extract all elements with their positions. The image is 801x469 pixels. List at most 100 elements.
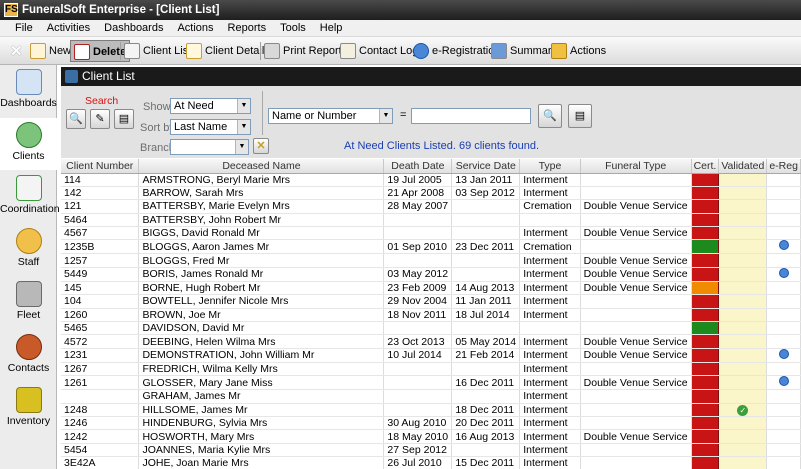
- globe-icon[interactable]: [778, 376, 789, 387]
- cell-type: Interment: [519, 389, 581, 404]
- key-icon: [15, 281, 42, 307]
- table-row[interactable]: 1231 DEMONSTRATION, John William Mr 10 Jul…: [61, 348, 801, 363]
- table-row[interactable]: 5464 BATTERSBY, John Robert Mr: [61, 213, 801, 228]
- table-row[interactable]: 1257 BLOGGS, Fred Mr Interment Double Venue…: [61, 253, 801, 268]
- column-header-service-date[interactable]: Service Date: [451, 159, 521, 174]
- e-registration-button[interactable]: e-Registration: [413, 40, 500, 62]
- table-row[interactable]: 114 ARMSTRONG, Beryl Marie Mrs 19 Jul 2005…: [61, 173, 801, 187]
- title-bar: FS FuneralSoft Enterprise - [Client List]: [0, 0, 801, 20]
- column-header-deceased-name[interactable]: Deceased Name: [138, 159, 385, 174]
- show-select[interactable]: At Need ▼: [170, 98, 251, 114]
- summary-button[interactable]: Summary: [491, 40, 557, 62]
- cell-funeral-type: Double Venue Service: [580, 281, 692, 296]
- globe-icon[interactable]: [778, 240, 789, 251]
- cell-validated: [718, 281, 768, 296]
- column-header-cert[interactable]: Cert.: [691, 159, 720, 174]
- table-row[interactable]: 1246 HINDENBURG, Sylvia Mrs 30 Aug 2010 20 …: [61, 416, 801, 431]
- menu-file[interactable]: File: [8, 20, 40, 37]
- globe-icon[interactable]: [778, 267, 789, 278]
- client-list-button[interactable]: Client List: [124, 40, 191, 62]
- clear-branch-button[interactable]: ✕: [253, 138, 269, 154]
- magnifier-search-button[interactable]: 🔍: [66, 109, 86, 129]
- column-header-funeral-type[interactable]: Funeral Type: [580, 159, 692, 174]
- cell-type: Interment: [519, 456, 581, 469]
- cell-validated: [718, 267, 768, 282]
- sidebar-item-clients[interactable]: Clients: [0, 118, 57, 170]
- table-row[interactable]: 3E42A JOHE, Joan Marie Mrs 26 Jul 2010 15 D…: [61, 456, 801, 469]
- table-row[interactable]: GRAHAM, James Mr Interment: [61, 389, 801, 404]
- table-row[interactable]: 5449 BORIS, James Ronald Mr 03 May 2012 Int…: [61, 267, 801, 282]
- menu-help[interactable]: Help: [313, 20, 350, 37]
- table-row[interactable]: 1248 HILLSOME, James Mr 18 Dec 2011 Interme…: [61, 403, 801, 417]
- sidebar-item-contacts[interactable]: Contacts: [0, 330, 57, 382]
- table-row[interactable]: 142 BARROW, Sarah Mrs 21 Apr 2008 03 Sep 20…: [61, 186, 801, 201]
- cell-client-number: 5449: [61, 267, 140, 282]
- close-icon[interactable]: ✕: [10, 41, 23, 63]
- advanced-search-button[interactable]: ✎: [90, 109, 110, 129]
- cell-e-reg: [766, 213, 801, 228]
- cell-funeral-type: Double Venue Service: [580, 199, 692, 214]
- contact-log-button[interactable]: Contact Log: [340, 40, 418, 62]
- menu-tools[interactable]: Tools: [273, 20, 313, 37]
- column-header-death-date[interactable]: Death Date: [383, 159, 453, 174]
- column-header-validated[interactable]: Validated: [718, 159, 768, 174]
- column-header-client-number[interactable]: Client Number: [61, 159, 140, 174]
- cell-service-date: [451, 321, 521, 336]
- table-row[interactable]: 4567 BIGGS, David Ronald Mr Interment Doubl…: [61, 226, 801, 241]
- delete-button[interactable]: Delete: [70, 40, 131, 62]
- table-row[interactable]: 121 BATTERSBY, Marie Evelyn Mrs 28 May 200…: [61, 199, 801, 214]
- table-row[interactable]: 4572 DEEBING, Helen Wilma Mrs 23 Oct 2013 0…: [61, 334, 801, 349]
- cell-type: [519, 213, 581, 228]
- menu-actions[interactable]: Actions: [170, 20, 220, 37]
- globe-icon[interactable]: [778, 348, 789, 359]
- menu-dashboards[interactable]: Dashboards: [97, 20, 170, 37]
- sidebar-item-inventory[interactable]: Inventory: [0, 383, 57, 435]
- sidebar-item-fleet[interactable]: Fleet: [0, 277, 57, 329]
- table-row[interactable]: 1267 FREDRICH, Wilma Kelly Mrs Interment: [61, 362, 801, 377]
- table-row[interactable]: 1261 GLOSSER, Mary Jane Miss 16 Dec 2011 In…: [61, 375, 801, 391]
- cell-type: Cremation: [519, 199, 581, 214]
- cell-service-date: 16 Dec 2011: [451, 375, 521, 391]
- table-row[interactable]: 145 BORNE, Hugh Robert Mr 23 Feb 2009 14 Au…: [61, 281, 801, 296]
- search-field-select[interactable]: Name or Number ▼: [268, 108, 393, 124]
- search-input[interactable]: [411, 108, 531, 124]
- table-row[interactable]: 1242 HOSWORTH, Mary Mrs 18 May 2010 16 Aug …: [61, 429, 801, 444]
- table-row[interactable]: 104 BOWTELL, Jennifer Nicole Mrs 29 Nov 20…: [61, 294, 801, 309]
- table-row[interactable]: 1260 BROWN, Joe Mr 18 Nov 2011 18 Jul 2014 I…: [61, 308, 801, 323]
- cell-type: Interment: [519, 308, 581, 323]
- sidebar-item-coordination[interactable]: Coordination: [0, 171, 60, 223]
- cell-validated: [718, 456, 768, 469]
- cell-e-reg: [766, 173, 801, 187]
- cell-validated: [718, 375, 768, 391]
- actions-button[interactable]: Actions: [551, 40, 606, 62]
- cell-cert-status: [691, 239, 720, 255]
- cell-type: Interment: [519, 429, 581, 444]
- saved-search-button[interactable]: ▤: [114, 109, 134, 129]
- search-heading: Search: [85, 95, 119, 107]
- cell-type: Interment: [519, 281, 581, 296]
- cell-validated: [718, 308, 768, 323]
- branch-select[interactable]: ▼: [170, 139, 249, 155]
- cell-client-number: 5465: [61, 321, 140, 336]
- client-details-button[interactable]: Client Details: [186, 40, 270, 62]
- cell-cert-status: [691, 253, 720, 268]
- menu-reports[interactable]: Reports: [221, 20, 274, 37]
- find-button[interactable]: 🔍: [538, 104, 562, 128]
- menu-activities[interactable]: Activities: [40, 20, 97, 37]
- cell-e-reg: [766, 186, 801, 201]
- sidebar-item-staff[interactable]: Staff: [0, 224, 57, 276]
- table-row[interactable]: 5454 JOANNES, Maria Kylie Mrs 27 Sep 2012 I…: [61, 443, 801, 458]
- cell-death-date: [383, 321, 453, 336]
- status-message: At Need Clients Listed. 69 clients found…: [344, 140, 540, 152]
- column-header-type[interactable]: Type: [519, 159, 581, 174]
- print-reports-button[interactable]: Print Reports: [264, 40, 347, 62]
- table-row[interactable]: 5465 DAVIDSON, David Mr: [61, 321, 801, 336]
- cell-deceased-name: BARROW, Sarah Mrs: [138, 186, 385, 201]
- new-button[interactable]: New: [30, 40, 71, 62]
- column-header-e-reg[interactable]: e-Reg: [766, 159, 801, 174]
- cell-service-date: [451, 226, 521, 241]
- table-row[interactable]: 1235B BLOGGS, Aaron James Mr 01 Sep 2010 23…: [61, 239, 801, 255]
- sort-by-select[interactable]: Last Name ▼: [170, 119, 251, 135]
- sidebar-item-dashboards[interactable]: Dashboards: [0, 65, 57, 117]
- client-report-button[interactable]: ▤: [568, 104, 592, 128]
